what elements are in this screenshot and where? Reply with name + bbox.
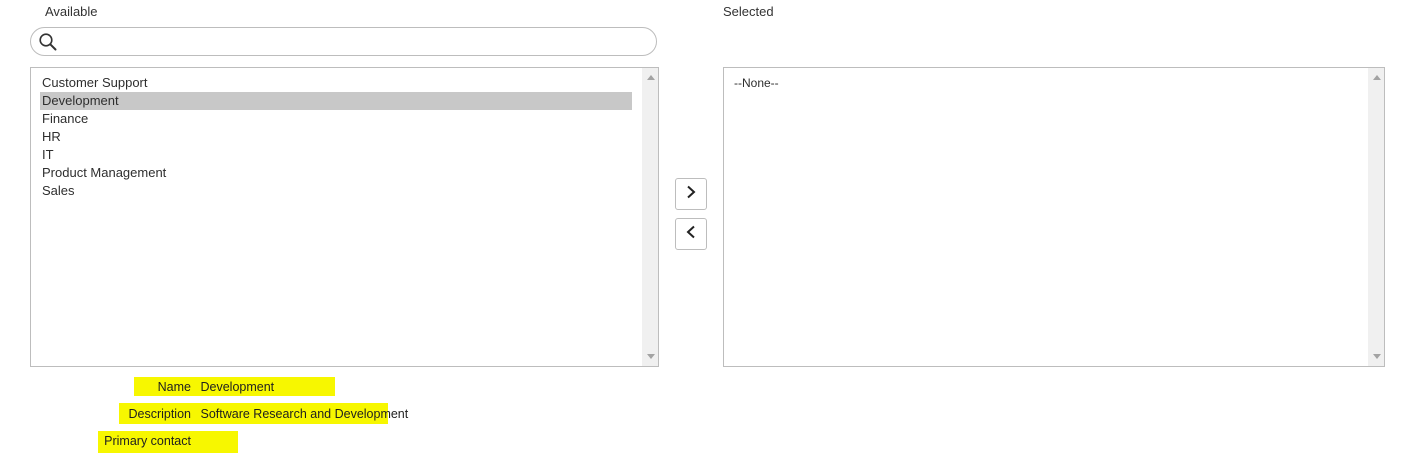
list-item-it[interactable]: IT xyxy=(40,146,632,164)
detail-name-value: Development xyxy=(200,380,275,394)
detail-name-row: Name Development xyxy=(134,377,335,396)
detail-primary-contact-row: Primary contact xyxy=(98,431,238,453)
available-header: Available xyxy=(45,4,98,19)
available-list[interactable]: Customer Support Development Finance HR IT Pr… xyxy=(30,67,659,367)
available-list-scrollbar[interactable] xyxy=(642,68,658,366)
selected-list[interactable]: --None-- xyxy=(723,67,1385,367)
selected-header: Selected xyxy=(723,4,774,19)
search-input[interactable] xyxy=(63,31,647,54)
detail-description-label: Description xyxy=(128,407,191,421)
list-item-sales[interactable]: Sales xyxy=(40,182,632,200)
list-item-finance[interactable]: Finance xyxy=(40,110,632,128)
detail-primary-contact-label: Primary contact xyxy=(104,434,191,448)
chevron-left-icon xyxy=(685,225,697,244)
scroll-up-arrow-icon[interactable] xyxy=(647,75,655,80)
selected-list-scrollbar[interactable] xyxy=(1368,68,1384,366)
scroll-down-arrow-icon[interactable] xyxy=(1373,354,1381,359)
list-item-development[interactable]: Development xyxy=(40,92,632,110)
detail-description-value: Software Research and Development xyxy=(200,407,409,421)
selected-list-items: --None-- xyxy=(733,74,1358,92)
scroll-up-arrow-icon[interactable] xyxy=(1373,75,1381,80)
list-item-product-management[interactable]: Product Management xyxy=(40,164,632,182)
chevron-right-icon xyxy=(685,185,697,204)
available-list-items: Customer Support Development Finance HR IT Pr… xyxy=(40,74,632,200)
slushbucket-panel: Available Selected Customer Support Devel… xyxy=(0,0,1425,460)
detail-name-label: Name xyxy=(157,380,191,394)
search-box[interactable] xyxy=(30,27,657,56)
list-item-customer-support[interactable]: Customer Support xyxy=(40,74,632,92)
search-icon xyxy=(38,32,58,52)
scroll-down-arrow-icon[interactable] xyxy=(647,354,655,359)
add-to-selected-button[interactable] xyxy=(675,178,707,210)
list-item-none[interactable]: --None-- xyxy=(733,74,1358,92)
list-item-hr[interactable]: HR xyxy=(40,128,632,146)
detail-description-row: Description Software Research and Develo… xyxy=(119,403,409,424)
remove-from-selected-button[interactable] xyxy=(675,218,707,250)
